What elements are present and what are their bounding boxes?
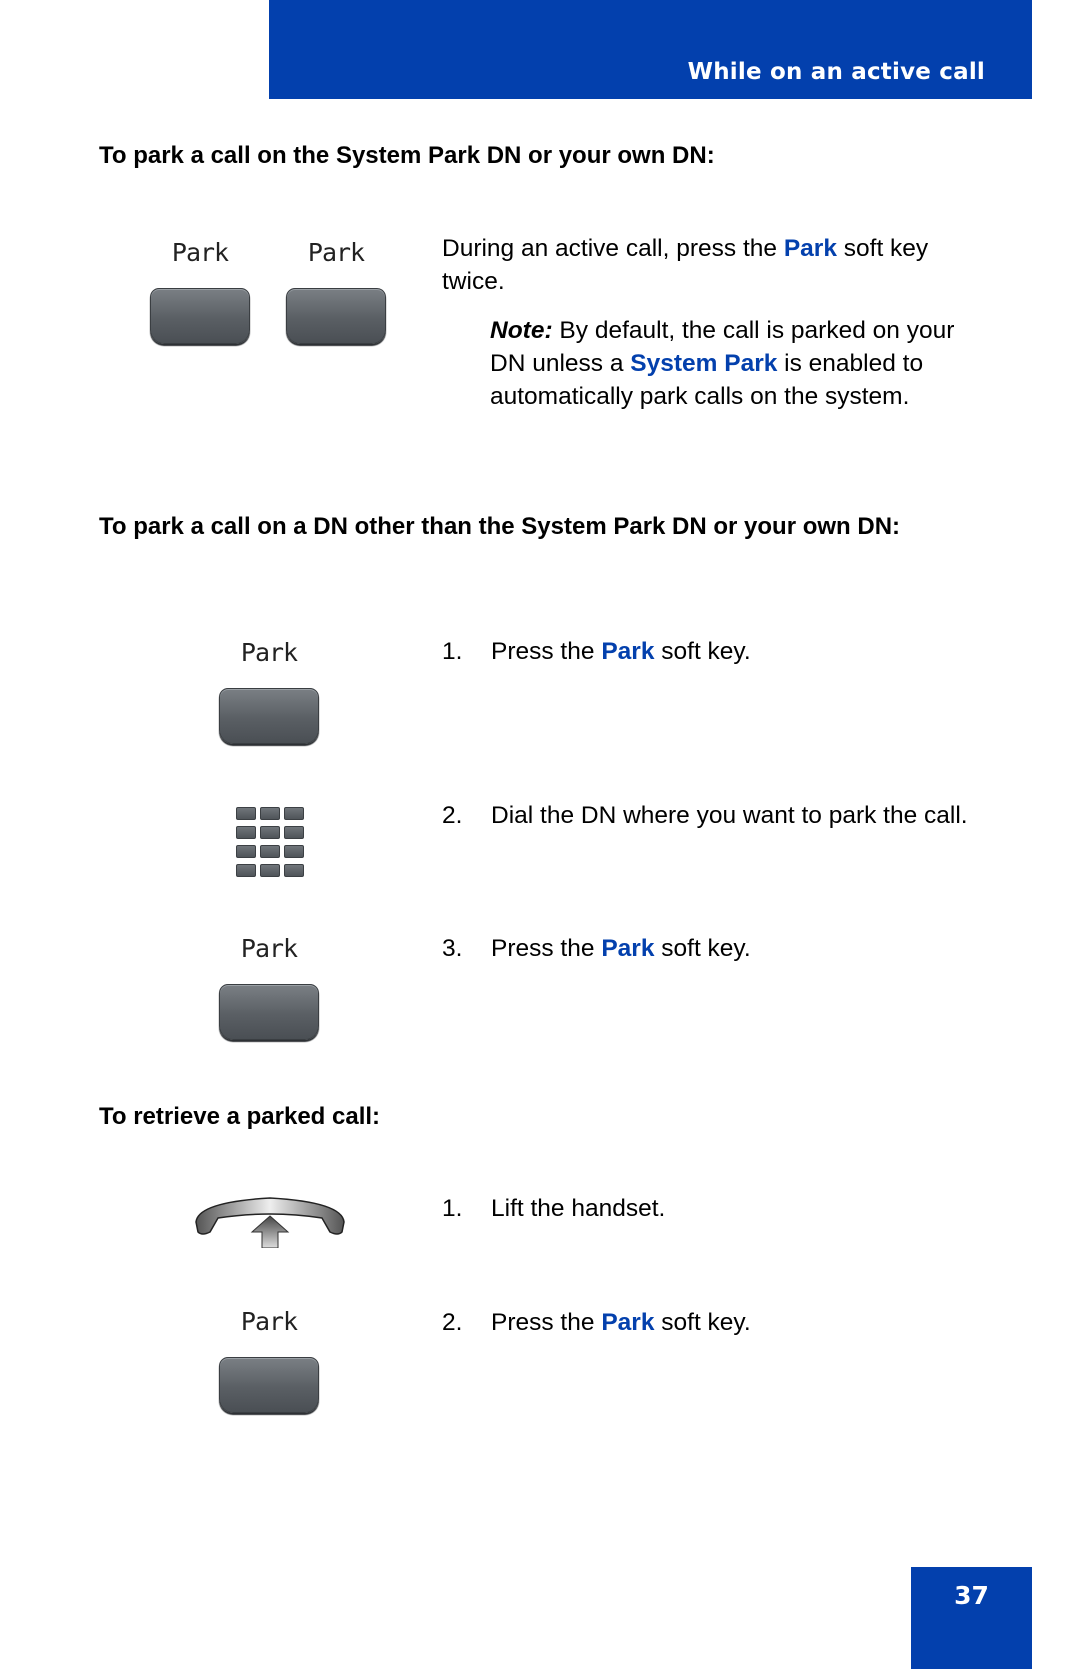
softkey-label: Park <box>240 934 298 963</box>
softkey-button-icon[interactable] <box>219 1357 319 1413</box>
page-number-box: 37 <box>911 1567 1032 1669</box>
text: During an active call, press the <box>442 235 784 262</box>
keyword-system-park: System Park <box>630 350 778 377</box>
text: Press the <box>491 935 602 962</box>
step-3: 3. Press the Park soft key. <box>442 932 1002 965</box>
softkey-label: Park <box>240 638 298 667</box>
step-text: Press the Park soft key. <box>491 635 1002 668</box>
section-title-park-other-dn: To park a call on a DN other than the Sy… <box>99 513 901 540</box>
step-number: 2. <box>442 1309 463 1336</box>
step-1: 1. Press the Park soft key. <box>442 635 1002 668</box>
step-number: 3. <box>442 935 463 962</box>
park-softkey-retrieve[interactable]: Park <box>219 1305 319 1413</box>
softkey-button-icon[interactable] <box>286 288 386 344</box>
softkey-label: Park <box>240 1307 298 1336</box>
keyword-park: Park <box>783 235 837 262</box>
step-text: Dial the DN where you want to park the c… <box>491 802 968 829</box>
park-softkey-2[interactable]: Park <box>286 236 386 344</box>
text: soft key. <box>654 638 751 665</box>
step-number: 1. <box>442 1195 463 1222</box>
softkey-button-icon[interactable] <box>219 984 319 1040</box>
text: soft key. <box>654 1309 751 1336</box>
keyword-park: Park <box>601 935 655 962</box>
park-softkey-step1[interactable]: Park <box>219 636 319 744</box>
softkey-button-icon[interactable] <box>150 288 250 344</box>
step-2: 2. Dial the DN where you want to park th… <box>442 799 1002 832</box>
note-label: Note: <box>490 317 553 344</box>
softkey-label: Park <box>307 238 365 267</box>
retrieve-step-1: 1. Lift the handset. <box>442 1192 1002 1225</box>
step-number: 1. <box>442 638 463 665</box>
text: Press the <box>491 1309 602 1336</box>
text: soft key. <box>654 935 751 962</box>
retrieve-step-2: 2. Press the Park soft key. <box>442 1306 1002 1339</box>
keyword-park: Park <box>601 638 655 665</box>
step-text: Press the Park soft key. <box>491 1306 1002 1339</box>
step-number: 2. <box>442 802 463 829</box>
note-text: Note: By default, the call is parked on … <box>490 314 970 413</box>
section-title-park-own-dn: To park a call on the System Park DN or … <box>99 142 715 169</box>
instruction-text: During an active call, press the Park so… <box>442 232 997 298</box>
park-softkey-1[interactable]: Park <box>150 236 250 344</box>
section-title-retrieve: To retrieve a parked call: <box>99 1103 381 1130</box>
step-text: Press the Park soft key. <box>491 932 1002 965</box>
lift-handset-icon <box>195 1197 345 1248</box>
softkey-button-icon[interactable] <box>219 688 319 744</box>
header-title: While on an active call <box>687 59 985 85</box>
keyword-park: Park <box>601 1309 655 1336</box>
park-softkey-step3[interactable]: Park <box>219 932 319 1040</box>
text: Press the <box>491 638 602 665</box>
step-text: Lift the handset. <box>491 1195 666 1222</box>
dialpad-icon <box>236 807 304 877</box>
header-band: While on an active call <box>269 0 1032 99</box>
softkey-label: Park <box>171 238 229 267</box>
page-number: 37 <box>954 1581 989 1610</box>
